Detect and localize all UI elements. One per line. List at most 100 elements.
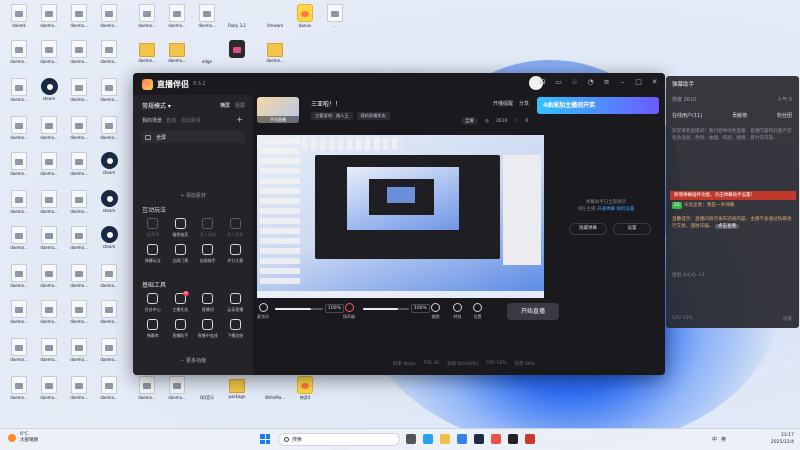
desktop-icon[interactable]: daemo... [64,300,94,330]
desktop-icon[interactable]: daemo... [4,300,34,330]
desktop-icon[interactable]: daemo... [34,116,64,146]
minimize-icon[interactable]: – [618,78,627,87]
interactive-tool[interactable]: 多人连线 [194,218,222,238]
desktop-icon[interactable]: daemo... [94,4,124,34]
basic-tool[interactable]: 直播间 [194,293,222,313]
share-button[interactable]: 分享 [519,100,529,107]
desktop-icon[interactable]: daemo... [4,152,34,182]
speaker-volume-value[interactable]: 100% [411,304,430,313]
desktop-icon[interactable] [222,40,252,70]
app-icon[interactable] [525,434,535,444]
desktop-icon[interactable]: daemo... [64,116,94,146]
desktop-icon[interactable]: steam [94,152,124,182]
tip-link-button[interactable]: 点击查看 [714,224,740,229]
remind-button[interactable]: 开播提醒 [493,100,513,107]
desktop-icon[interactable]: daemo... [4,190,34,220]
tab-contribution[interactable]: 贡献榜 [732,112,747,119]
basic-tool[interactable]: 直播助手 [167,319,195,339]
desktop-icon[interactable]: Ruby 3.2 [222,4,378,95]
steam-icon[interactable] [474,434,484,444]
source-item-fullscreen[interactable]: 全屏 [141,131,245,143]
desktop-icon[interactable]: daemo... [94,78,124,108]
interactive-tool[interactable]: 弹幕玩法 [139,244,167,264]
desktop-icon[interactable]: daemo... [34,300,64,330]
desktop-icon[interactable]: daemk [4,4,34,34]
desktop-icon[interactable]: daemo... [192,4,222,34]
desktop-icon[interactable]: bonus [290,4,320,34]
headset-icon[interactable]: ☊ [538,78,547,87]
alert-banner[interactable]: 新增弹幕插件功能，点击弹幕助手设置！ [670,191,796,200]
mic-volume-value[interactable]: 100% [325,304,344,313]
effects-control[interactable]: 特效 [453,303,462,320]
tag-status[interactable]: 我的直播状态 [356,112,390,120]
desktop-icon[interactable]: daemo... [4,338,34,368]
basic-tool[interactable]: 8 主播任务 [167,291,195,313]
desktop-icon[interactable]: ... [320,4,350,34]
mic-volume-slider[interactable] [275,308,323,310]
desktop-icon[interactable]: steam [94,226,124,256]
tab-online-users[interactable]: 在线用户(11) [672,112,702,119]
quality-pill[interactable]: 全屏 [461,117,478,125]
desktop-icon[interactable]: daemo... [34,4,64,34]
mode-selector[interactable]: 常规模式 ▾ [142,101,171,110]
store-icon[interactable] [457,434,467,444]
weather-widget[interactable]: 6°C 大部晴朗 [8,432,38,444]
desktop-icon[interactable]: daemo... [64,152,94,182]
close-icon[interactable]: ✕ [650,78,659,87]
desktop-icon[interactable]: daemo... [162,4,192,34]
desktop-icon[interactable]: 神武4 [290,376,320,406]
menu-icon[interactable]: ≡ [602,78,611,87]
desktop-icon[interactable]: package [222,376,252,406]
stream-preview[interactable] [257,135,544,298]
bell-icon[interactable]: ◔ [586,78,595,87]
desktop-icon[interactable]: steam [34,78,64,108]
desktop-icon[interactable]: WriteMa... [260,376,416,450]
desktop-icon[interactable]: steam [94,190,124,220]
interactive-tool[interactable]: 评分大赛 [222,244,250,264]
speaker-control[interactable]: 扬声器 [343,303,355,320]
more-features-button[interactable]: ··· 更多功能 [133,357,253,364]
tip-link-howto[interactable]: 如何设置 [616,207,634,212]
desktop-icon[interactable]: daemo... [34,376,64,406]
tab-fans[interactable]: 粉丝团 [777,112,792,119]
app-titlebar[interactable]: 直播伴侣 8.5.2 ☊ ▭ ♧ ◔ ≡ – □ ✕ [133,73,665,95]
tag-game[interactable]: 主要游戏：路人王 [311,112,353,120]
desktop-icon[interactable]: daemo... [34,40,64,70]
add-scene-icon[interactable]: + [236,115,243,124]
tab-landscape[interactable]: 横屏 [220,102,230,109]
desktop-icon[interactable]: daemo... [94,376,124,406]
desktop-icon[interactable]: daemo... [94,116,124,146]
chrome-icon[interactable] [491,434,501,444]
desktop-icon[interactable]: daemo... [64,78,94,108]
hide-barrage-button[interactable]: 隐藏弹幕 [569,223,607,235]
interactive-tool[interactable]: 福袋抽奖 [167,218,195,238]
lang-icon[interactable]: 英 [721,436,726,443]
interactive-tool[interactable]: 自助咖手 [194,244,222,264]
clock[interactable]: 23:17 2025/12/4 [752,432,794,446]
desktop-icon[interactable]: daemo... [132,40,162,70]
cover-thumbnail[interactable]: 手机直播 [257,97,299,123]
desktop-icon[interactable]: daemo... [4,226,34,256]
desktop-icon[interactable]: daemo... [34,338,64,368]
desktop-icon[interactable]: daemo... [34,226,64,256]
add-source-button[interactable]: + 添加素材 [141,192,245,199]
tab-portrait[interactable]: 竖屏 [235,102,245,109]
desktop-icon[interactable]: daemo... [132,4,162,34]
desktop-icon[interactable]: QQ音乐 [192,376,348,450]
desktop-icon[interactable]: daemo... [94,264,124,294]
desktop-icon[interactable]: daemo... [64,4,94,34]
desktop-icon[interactable]: daemo... [64,40,94,70]
desktop-icon[interactable]: daemo... [162,376,192,406]
chat-icon[interactable]: ▭ [554,78,563,87]
desktop-icon[interactable]: daemo... [64,338,94,368]
desktop-icon[interactable]: daemo... [4,40,34,70]
desktop-icon[interactable]: daemo... [4,376,34,406]
settings-control[interactable]: 设置 [473,303,482,320]
basic-tool[interactable]: 任务中心 [139,293,167,313]
task-view-icon[interactable] [406,434,416,444]
desktop-icon[interactable]: daemo... [4,78,34,108]
desktop-icon[interactable]: daemo... [64,376,94,406]
mic-control[interactable]: 麦克风 [257,303,269,320]
assistant-hide-button[interactable]: 隐藏 [783,316,792,322]
explorer-icon[interactable] [440,434,450,444]
